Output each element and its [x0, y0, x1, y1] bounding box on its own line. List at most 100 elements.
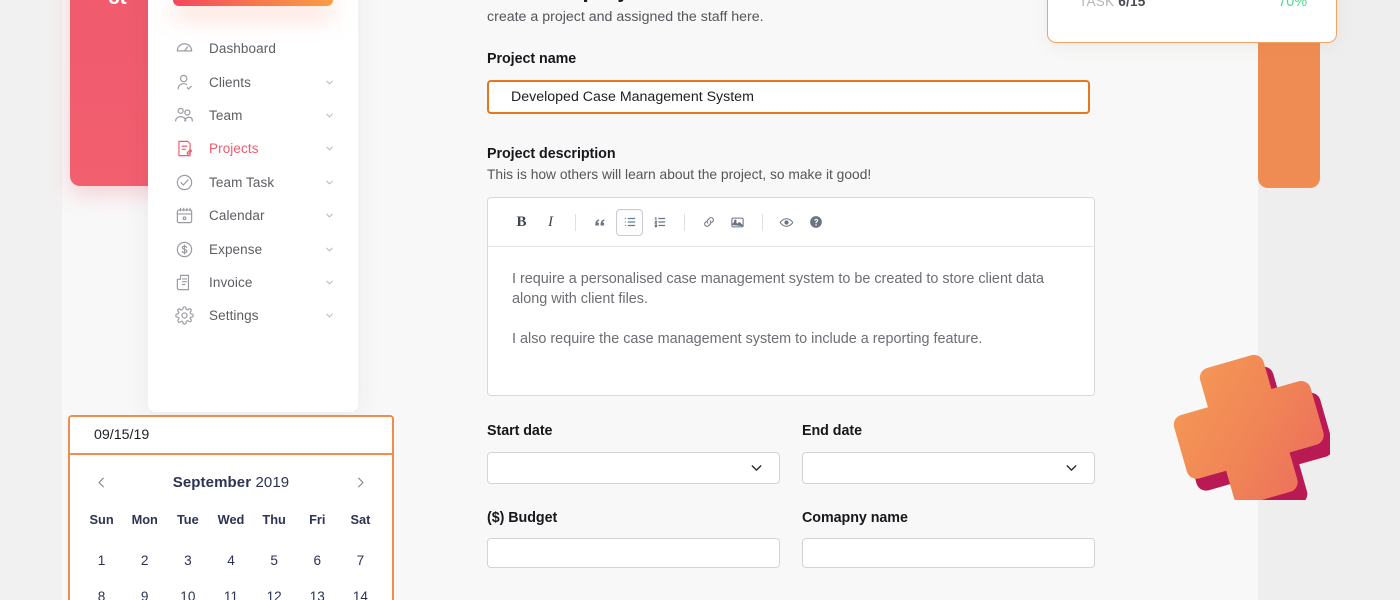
help-icon[interactable]	[803, 210, 828, 235]
end-date-select[interactable]	[802, 452, 1095, 484]
chevron-down-icon[interactable]	[324, 77, 335, 88]
date-picker-days-grid: 1 2 3 4 5 6 7 8 9 10 11 12 13 14	[70, 542, 392, 600]
sidebar-item-label: Calendar	[209, 208, 265, 223]
project-name-label: Project name	[487, 51, 1097, 67]
sidebar-item-label: Team	[209, 108, 242, 123]
day-cell[interactable]: 4	[209, 542, 252, 578]
gear-icon	[173, 305, 195, 327]
client-icon	[173, 71, 195, 93]
date-picker-input[interactable]	[70, 417, 392, 455]
task-count: 6/15	[1118, 0, 1145, 9]
budget-group: ($) Budget	[487, 510, 780, 568]
date-picker-weekday-row: Sun Mon Tue Wed Thu Fri Sat	[70, 506, 392, 533]
day-cell[interactable]: 9	[123, 578, 166, 600]
sidebar-item-calendar[interactable]: Calendar	[148, 199, 358, 232]
description-editor-body[interactable]: I require a personalised case management…	[488, 247, 1094, 395]
next-month-icon[interactable]	[353, 475, 368, 490]
chevron-down-icon[interactable]	[324, 310, 335, 321]
sidebar-nav: Dashboard Clients T	[148, 32, 358, 333]
weekday-label: Sat	[339, 506, 382, 533]
prev-month-icon[interactable]	[94, 475, 109, 490]
decorative-pink-card-text: ct	[108, 0, 127, 10]
budget-input[interactable]	[487, 538, 780, 568]
day-cell[interactable]: 11	[209, 578, 252, 600]
day-cell[interactable]: 3	[166, 542, 209, 578]
date-picker-title: September 2019	[173, 474, 290, 491]
budget-label: ($) Budget	[487, 510, 780, 526]
sidebar-item-team-task[interactable]: Team Task	[148, 166, 358, 199]
day-cell[interactable]: 1	[80, 542, 123, 578]
description-paragraph: I also require the case management syste…	[512, 329, 1070, 349]
sidebar-accent-bar	[173, 0, 333, 6]
day-cell[interactable]: 5	[253, 542, 296, 578]
weekday-label: Wed	[209, 506, 252, 533]
day-cell[interactable]: 13	[296, 578, 339, 600]
day-cell[interactable]: 8	[80, 578, 123, 600]
day-cell[interactable]: 6	[296, 542, 339, 578]
sidebar: Dashboard Clients T	[148, 0, 358, 412]
day-cell[interactable]: 7	[339, 542, 382, 578]
chevron-down-icon	[1063, 460, 1080, 477]
toolbar-divider	[762, 214, 763, 231]
bold-icon[interactable]: B	[509, 210, 534, 235]
date-row: Start date End date	[487, 423, 1097, 484]
day-cell[interactable]: 12	[253, 578, 296, 600]
project-name-input[interactable]	[487, 80, 1090, 114]
italic-icon[interactable]: I	[538, 210, 563, 235]
screenshot-root: ct	[0, 0, 1400, 600]
link-icon[interactable]	[696, 210, 721, 235]
sidebar-item-projects[interactable]: Projects	[148, 132, 358, 165]
weekday-label: Mon	[123, 506, 166, 533]
chevron-down-icon[interactable]	[324, 110, 335, 121]
page-subtitle: create a project and assigned the staff …	[487, 9, 1097, 25]
sidebar-item-team[interactable]: Team	[148, 99, 358, 132]
sidebar-item-invoice[interactable]: Invoice	[148, 266, 358, 299]
date-picker-month: September	[173, 474, 251, 491]
end-date-group: End date	[802, 423, 1095, 484]
sidebar-item-expense[interactable]: Expense	[148, 232, 358, 265]
sidebar-item-dashboard[interactable]: Dashboard	[148, 32, 358, 65]
team-icon	[173, 104, 195, 126]
invoice-icon	[173, 271, 195, 293]
day-cell[interactable]: 2	[123, 542, 166, 578]
toolbar-divider	[684, 214, 685, 231]
chevron-down-icon[interactable]	[324, 244, 335, 255]
preview-eye-icon[interactable]	[774, 210, 799, 235]
task-percent: 70%	[1278, 0, 1307, 10]
description-editor: B I	[487, 197, 1095, 396]
weekday-label: Sun	[80, 506, 123, 533]
page-title: Create a project	[487, 0, 1097, 3]
chevron-down-icon[interactable]	[324, 177, 335, 188]
image-icon[interactable]	[725, 210, 750, 235]
bullet-list-icon[interactable]	[616, 209, 643, 236]
calendar-icon	[173, 205, 195, 227]
project-description-hint: This is how others will learn about the …	[487, 167, 1097, 182]
day-cell[interactable]: 10	[166, 578, 209, 600]
weekday-label: Tue	[166, 506, 209, 533]
sidebar-item-label: Invoice	[209, 275, 252, 290]
company-name-input[interactable]	[802, 538, 1095, 568]
start-date-select[interactable]	[487, 452, 780, 484]
project-description-label: Project description	[487, 146, 1097, 162]
chevron-down-icon[interactable]	[324, 143, 335, 154]
start-date-label: Start date	[487, 423, 780, 439]
date-picker-popover: September 2019 Sun Mon Tue Wed Thu Fri S…	[68, 415, 394, 600]
sidebar-item-label: Clients	[209, 75, 251, 90]
end-date-label: End date	[802, 423, 1095, 439]
start-date-group: Start date	[487, 423, 780, 484]
numbered-list-icon[interactable]	[647, 210, 672, 235]
weekday-label: Fri	[296, 506, 339, 533]
projects-icon	[173, 138, 195, 160]
quote-icon[interactable]	[587, 210, 612, 235]
chevron-down-icon[interactable]	[324, 210, 335, 221]
day-cell[interactable]: 14	[339, 578, 382, 600]
budget-company-row: ($) Budget Comapny name	[487, 510, 1097, 568]
decorative-cross-ornament	[1170, 338, 1330, 500]
chevron-down-icon	[748, 460, 765, 477]
sidebar-item-clients[interactable]: Clients	[148, 65, 358, 98]
sidebar-item-label: Team Task	[209, 175, 274, 190]
description-paragraph: I require a personalised case management…	[512, 269, 1070, 309]
chevron-down-icon[interactable]	[324, 277, 335, 288]
left-gutter-background	[0, 0, 62, 600]
sidebar-item-settings[interactable]: Settings	[148, 299, 358, 332]
